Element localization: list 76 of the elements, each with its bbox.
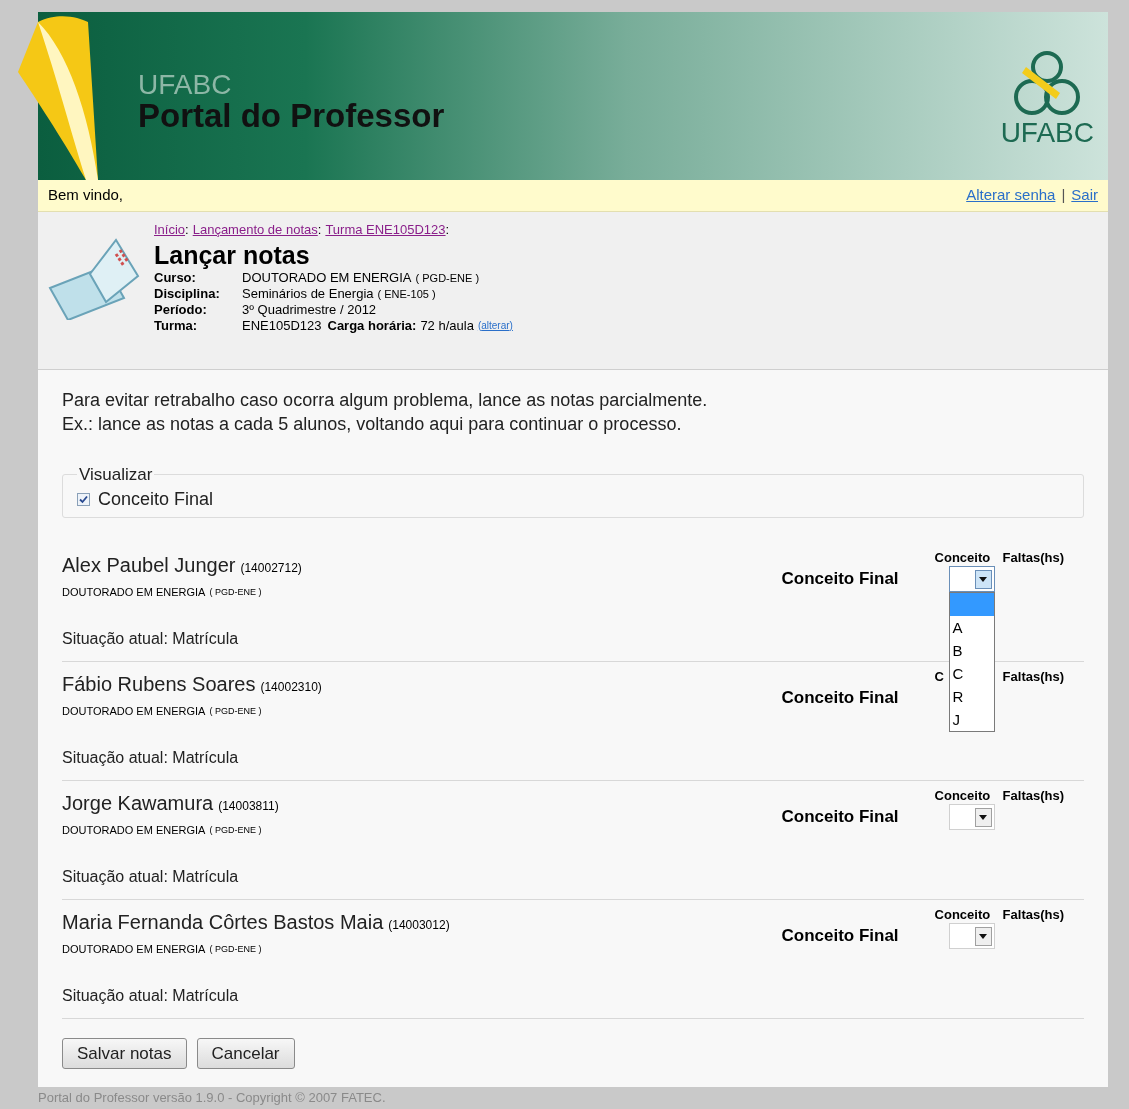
student-course: DOUTORADO EM ENERGIA <box>62 585 206 600</box>
link-separator: | <box>1061 185 1066 206</box>
info-label: Turma: <box>154 317 199 334</box>
view-legend: Visualizar <box>77 462 155 488</box>
breadcrumb-separator: : <box>445 221 450 239</box>
instruction-text: Ex.: lance as notas a cada 5 alunos, voltando aqui para continuar o processo. <box>62 413 683 436</box>
student-id: (14002712) <box>240 560 302 577</box>
student-id: (14003811) <box>218 798 279 815</box>
change-link[interactable]: (alterar) <box>477 317 513 334</box>
footer-text: Portal do Professor versão 1.9.0 - Copyright © 2007 FATEC. <box>38 1089 387 1107</box>
grade-select[interactable] <box>948 923 995 949</box>
student-name: Maria Fernanda Côrtes Bastos Maia <box>62 910 384 935</box>
grade-select[interactable] <box>948 566 995 592</box>
cancel-button[interactable]: Cancelar <box>196 1038 295 1069</box>
logout-link[interactable]: Sair <box>1071 184 1098 207</box>
portal-title: Portal do Professor <box>138 98 445 134</box>
student-course: DOUTORADO EM ENERGIA <box>62 942 206 957</box>
student-status: Situação atual: Matrícula <box>62 986 240 1006</box>
dropdown-option[interactable]: C <box>949 662 994 685</box>
column-header: Conceito <box>934 907 991 923</box>
column-header: Conceito <box>934 550 991 566</box>
dropdown-option[interactable]: R <box>949 685 994 708</box>
dropdown-option[interactable]: B <box>949 639 994 662</box>
grade-label: Conceito Final <box>781 687 899 709</box>
student-name: Alex Paubel Junger <box>62 553 236 578</box>
page-title: Lançar notas <box>154 239 311 270</box>
student-name: Jorge Kawamura <box>62 791 214 816</box>
breadcrumb-link[interactable]: Lançamento de notas <box>192 220 318 240</box>
info-code: ( ENE-105 ) <box>377 286 436 302</box>
column-header: Faltas(hs) <box>1002 669 1064 685</box>
student-status: Situação atual: Matrícula <box>62 867 240 887</box>
notebook-icon <box>46 236 140 320</box>
student-course-code: ( PGD-ENE ) <box>209 704 262 718</box>
student-status: Situação atual: Matrícula <box>62 629 240 649</box>
info-code: ( PGD-ENE ) <box>415 270 480 286</box>
checkbox-label: Conceito Final <box>98 487 214 511</box>
info-value: ENE105D123 <box>242 317 322 334</box>
info-value: 3º Quadrimestre / 2012 <box>242 301 377 318</box>
dropdown-option[interactable]: J <box>949 708 994 731</box>
ufabc-logo: UFABC <box>1000 45 1094 147</box>
breadcrumb-separator: : <box>185 221 189 239</box>
info-value: DOUTORADO EM ENERGIA <box>242 269 412 286</box>
grade-label: Conceito Final <box>781 806 899 828</box>
student-course-code: ( PGD-ENE ) <box>209 942 262 956</box>
dropdown-option[interactable] <box>949 593 994 616</box>
instruction-text: Para evitar retrabalho caso ocorra algum problema, lance as notas parcialmente. <box>62 389 709 412</box>
grade-label: Conceito Final <box>781 568 899 590</box>
info-value: Seminários de Energia <box>242 285 374 302</box>
student-name: Fábio Rubens Soares <box>62 672 256 697</box>
checkbox[interactable] <box>77 492 90 506</box>
grade-label: Conceito Final <box>781 925 899 947</box>
column-header: Faltas(hs) <box>1002 550 1064 566</box>
dropdown-option[interactable]: A <box>949 616 994 639</box>
breadcrumb-link[interactable]: Turma ENE105D123 <box>325 220 446 240</box>
column-header: Faltas(hs) <box>1002 788 1064 804</box>
info-label: Período: <box>154 301 208 318</box>
brand-small: UFABC <box>138 72 233 98</box>
info-value: 72 h/aula <box>420 317 474 334</box>
breadcrumb-separator: : <box>317 221 322 239</box>
info-label: Carga horária: <box>327 317 417 334</box>
student-id: (14003012) <box>388 917 450 934</box>
column-header: C <box>934 669 944 685</box>
student-status: Situação atual: Matrícula <box>62 748 240 768</box>
change-password-link[interactable]: Alterar senha <box>966 184 1056 207</box>
student-course-code: ( PGD-ENE ) <box>209 585 262 599</box>
student-course-code: ( PGD-ENE ) <box>209 823 262 837</box>
column-header: Conceito <box>934 788 991 804</box>
info-label: Disciplina: <box>154 285 221 302</box>
welcome-text: Bem vindo, <box>48 185 124 206</box>
student-id: (14002310) <box>260 679 322 696</box>
save-button[interactable]: Salvar notas <box>62 1038 187 1069</box>
info-label: Curso: <box>154 269 197 286</box>
student-course: DOUTORADO EM ENERGIA <box>62 704 206 719</box>
grade-select[interactable] <box>948 804 995 830</box>
student-course: DOUTORADO EM ENERGIA <box>62 823 206 838</box>
column-header: Faltas(hs) <box>1002 907 1064 923</box>
